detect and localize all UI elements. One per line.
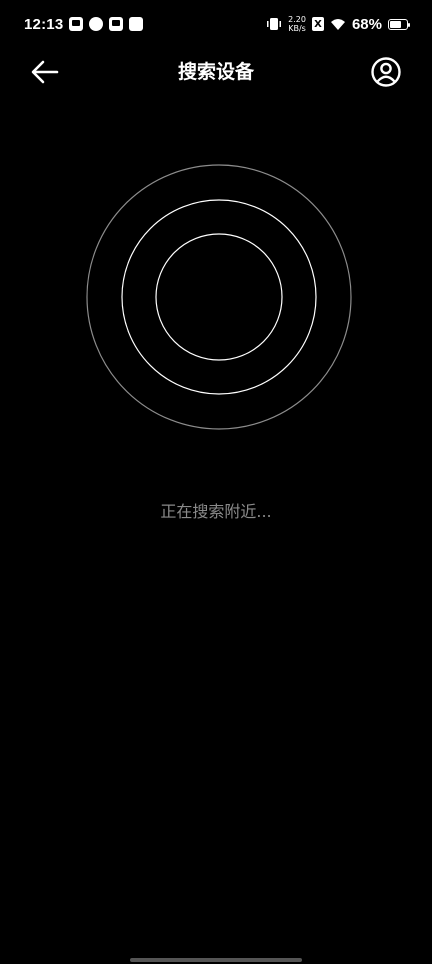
radar-ring-middle — [121, 199, 317, 395]
notification-icon-4 — [129, 17, 144, 31]
radar-ring-outer — [86, 164, 352, 430]
status-bar-left: 12:13 — [24, 15, 144, 33]
battery-icon — [388, 18, 410, 30]
sim-badge: X — [311, 17, 324, 31]
page-title: 搜索设备 — [177, 61, 254, 83]
battery-percent: 68% — [351, 15, 382, 33]
battery-fill — [390, 20, 401, 28]
network-speed: 2.20 KB/s — [288, 15, 306, 33]
wifi-icon — [330, 18, 345, 30]
mail-icon — [109, 17, 124, 31]
status-bar: 12:13 2.20 KB/s X 68% — [0, 0, 432, 48]
status-bar-right: 2.20 KB/s X 68% — [266, 15, 410, 33]
radar-animation — [86, 164, 352, 430]
status-time: 12:13 — [24, 15, 64, 33]
network-speed-value: 2.20 — [288, 15, 306, 24]
user-circle-icon — [371, 57, 401, 87]
account-button[interactable] — [370, 56, 402, 88]
home-indicator[interactable] — [130, 958, 302, 962]
notification-icon-1 — [69, 17, 84, 31]
vibrate-icon — [267, 18, 282, 30]
search-status-text: 正在搜索附近... — [160, 502, 272, 521]
notification-icon-2 — [89, 17, 104, 31]
network-speed-unit: KB/s — [288, 24, 306, 33]
radar-ring-inner — [155, 233, 283, 361]
header: 搜索设备 — [0, 48, 432, 96]
